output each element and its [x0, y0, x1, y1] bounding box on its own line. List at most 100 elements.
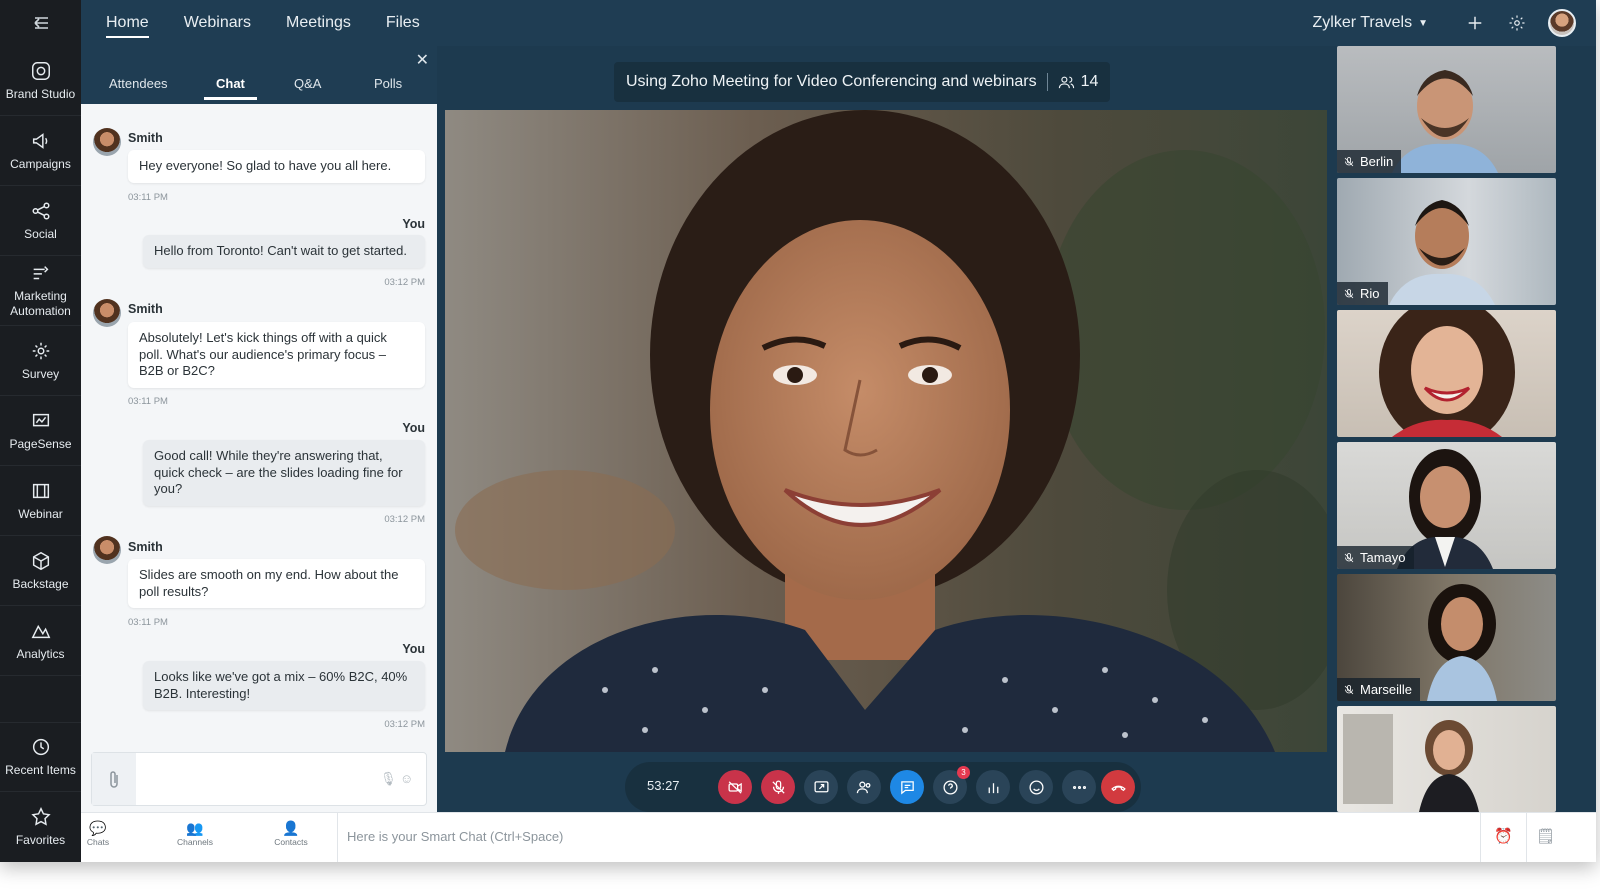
participant-name: Tamayo: [1360, 550, 1406, 565]
automation-icon: [33, 266, 48, 280]
mic-off-icon: [771, 779, 785, 794]
rail-item-brand-studio[interactable]: Brand Studio: [0, 46, 81, 116]
rail-item-marketing-automation[interactable]: Marketing Automation: [0, 256, 81, 326]
participant-label: Rio: [1337, 282, 1388, 305]
rail-item-backstage[interactable]: Backstage: [0, 536, 81, 606]
share-screen-button[interactable]: [804, 770, 838, 804]
participant-tile[interactable]: Tamayo: [1337, 442, 1556, 569]
tab-qa[interactable]: Q&A: [294, 76, 321, 91]
top-nav-bar: Home Webinars Meetings Files Zylker Trav…: [81, 0, 1596, 46]
chat-bubble-icon: 💬: [89, 820, 107, 836]
rail-item-label: Favorites: [15, 833, 66, 847]
tab-meetings[interactable]: Meetings: [286, 0, 351, 46]
channels-shortcut[interactable]: 👥 Channels: [170, 819, 220, 847]
tab-polls[interactable]: Polls: [374, 76, 402, 91]
chevron-down-icon: ▼: [1418, 17, 1428, 29]
participant-name: Marseille: [1360, 682, 1413, 697]
tab-attendees[interactable]: Attendees: [109, 76, 168, 91]
message-time: 03:11 PM: [128, 396, 168, 407]
tab-home[interactable]: Home: [106, 0, 149, 46]
rail-item-recent-items[interactable]: Recent Items: [0, 722, 81, 792]
chat-panel-tabs: ✕ Attendees Chat Q&A Polls: [81, 46, 437, 104]
participants-button[interactable]: [847, 770, 881, 804]
contacts-shortcut[interactable]: 👤 Contacts: [266, 819, 316, 847]
main-speaker-video: [445, 110, 1327, 752]
message-bubble: Looks like we've got a mix – 60% B2C, 40…: [143, 661, 425, 710]
rail-item-campaigns[interactable]: Campaigns: [0, 116, 81, 186]
chat-panel: ✕ Attendees Chat Q&A Polls Smith Hey eve…: [81, 46, 437, 862]
speaker-video-frame: [445, 110, 1327, 752]
emoji-icon: [1028, 779, 1044, 795]
message-time: 03:12 PM: [384, 514, 425, 525]
rail-item-label: Campaigns: [10, 156, 71, 171]
meeting-title-bar: Using Zoho Meeting for Video Conferencin…: [614, 62, 1111, 102]
message-time: 03:11 PM: [128, 192, 168, 203]
alarm-clock-icon[interactable]: ⏰: [1494, 827, 1513, 845]
reactions-button[interactable]: [1019, 770, 1053, 804]
rail-item-label: Analytics: [16, 646, 65, 661]
meeting-stage: Using Zoho Meeting for Video Conferencin…: [437, 46, 1337, 812]
notes-icon[interactable]: 🗒: [1536, 827, 1555, 845]
participant-tile[interactable]: Rio: [1337, 178, 1556, 305]
rail-item-survey[interactable]: Survey: [0, 326, 81, 396]
mic-off-button[interactable]: [761, 770, 795, 804]
poll-button[interactable]: [976, 770, 1010, 804]
participant-tile[interactable]: Berlin: [1337, 46, 1556, 173]
leave-meeting-button[interactable]: [1101, 770, 1135, 804]
close-icon[interactable]: ✕: [416, 50, 429, 70]
qa-badge: 3: [957, 766, 970, 779]
attachment-icon[interactable]: [92, 753, 136, 805]
message-sender: You: [402, 421, 425, 435]
chat-button[interactable]: [890, 770, 924, 804]
emoji-icon[interactable]: ☺: [400, 771, 413, 786]
message-time: 03:11 PM: [128, 617, 168, 628]
mic-off-icon: [1344, 684, 1354, 694]
user-avatar[interactable]: [1548, 9, 1576, 37]
qa-button[interactable]: 3: [933, 766, 970, 804]
message-time: 03:12 PM: [384, 719, 425, 730]
add-icon[interactable]: [1464, 12, 1486, 34]
megaphone-icon: [32, 132, 47, 149]
message-bubble: Hey everyone! So glad to have you all he…: [128, 150, 425, 183]
more-options-button[interactable]: [1062, 770, 1096, 804]
smart-chat-input[interactable]: Here is your Smart Chat (Ctrl+Space): [347, 829, 563, 844]
camera-off-button[interactable]: [718, 770, 752, 804]
webinar-icon: [32, 483, 49, 498]
tab-chat[interactable]: Chat: [204, 76, 257, 100]
participant-video: [1379, 310, 1515, 437]
rail-bottom: Recent Items Favorites: [0, 722, 81, 862]
chats-shortcut[interactable]: 💬 Chats: [73, 819, 123, 847]
rail-item-analytics[interactable]: Analytics: [0, 606, 81, 676]
gear-icon[interactable]: [1506, 12, 1528, 34]
message-sender: You: [402, 642, 425, 656]
tab-webinars[interactable]: Webinars: [184, 0, 251, 46]
backstage-icon: [32, 551, 49, 570]
participant-tiles: Berlin Rio Tamayo Marseille: [1337, 46, 1596, 812]
message-sender: You: [402, 217, 425, 231]
rail-item-pagesense[interactable]: PageSense: [0, 396, 81, 466]
left-rail: Brand Studio Campaigns Social Marketing …: [0, 0, 81, 862]
collapse-menu-icon[interactable]: [0, 0, 81, 46]
avatar: [93, 299, 121, 327]
participant-label: Marseille: [1337, 678, 1421, 701]
divider: [1526, 813, 1527, 862]
rail-item-social[interactable]: Social: [0, 186, 81, 256]
app-window: Brand Studio Campaigns Social Marketing …: [0, 0, 1596, 862]
message-input[interactable]: [142, 761, 372, 797]
participant-label: Tamayo: [1337, 546, 1414, 569]
rail-item-favorites[interactable]: Favorites: [0, 792, 81, 862]
org-switcher[interactable]: Zylker Travels ▼: [1313, 14, 1428, 32]
tab-files[interactable]: Files: [386, 0, 420, 46]
participant-tile[interactable]: [1337, 706, 1556, 812]
contacts-label: Contacts: [274, 837, 308, 847]
meeting-timer: 53:27: [647, 778, 680, 793]
rail-item-webinar[interactable]: Webinar: [0, 466, 81, 536]
microphone-icon[interactable]: 🎙: [380, 771, 397, 787]
participant-tile[interactable]: Marseille: [1337, 574, 1556, 701]
divider: [1480, 813, 1481, 862]
mic-off-icon: [1344, 552, 1354, 562]
participant-tile[interactable]: [1337, 310, 1556, 437]
participants-icon: [1058, 76, 1074, 88]
org-name: Zylker Travels: [1312, 14, 1413, 31]
message-bubble: Good call! While they're answering that,…: [143, 440, 425, 506]
